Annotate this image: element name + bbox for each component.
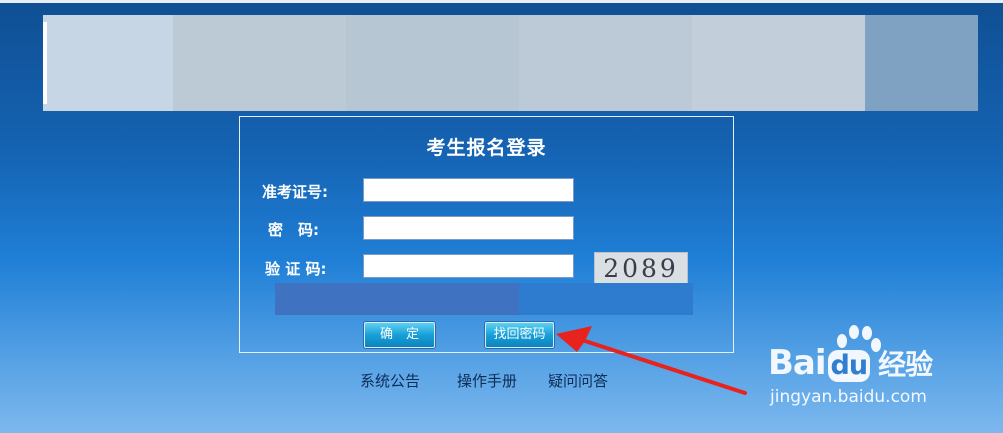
watermark-url: jingyan.baidu.com <box>770 387 927 407</box>
watermark-logo: Bai du 经验 <box>768 343 933 383</box>
watermark: Bai du 经验 jingyan.baidu.com <box>768 323 998 423</box>
